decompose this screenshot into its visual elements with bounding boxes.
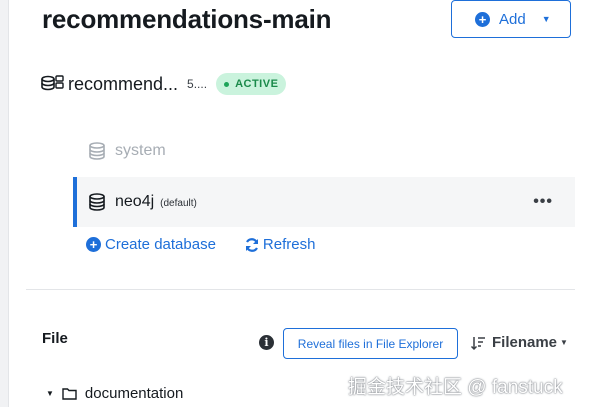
section-divider <box>26 289 575 290</box>
more-options-icon[interactable]: ••• <box>533 193 553 211</box>
refresh-label: Refresh <box>262 236 316 253</box>
chevron-down-icon: ▼ <box>541 14 551 24</box>
database-icon <box>89 193 105 211</box>
database-row-system[interactable]: system <box>73 126 575 176</box>
dbms-version: 5.... <box>187 77 208 91</box>
dbms-row[interactable]: recommend... 5.... ACTIVE <box>40 70 287 98</box>
default-tag: (default) <box>160 198 197 209</box>
chevron-down-icon: ▼ <box>560 338 568 347</box>
file-section-label: File <box>42 330 68 347</box>
dbms-icon <box>41 75 64 91</box>
add-button[interactable]: + Add ▼ <box>451 0 571 38</box>
reveal-files-button[interactable]: Reveal files in File Explorer <box>283 328 458 359</box>
database-row-neo4j[interactable]: neo4j (default) ••• <box>73 177 575 227</box>
sort-icon <box>470 336 485 350</box>
page-title: recommendations-main <box>42 4 332 34</box>
plus-circle-icon: + <box>86 237 101 252</box>
info-icon[interactable]: i <box>259 335 274 350</box>
dbms-name: recommend... <box>68 73 179 94</box>
sort-label: Filename <box>492 334 558 351</box>
database-actions: + Create database Refresh <box>86 236 315 253</box>
database-name: system <box>115 142 166 159</box>
refresh-button[interactable]: Refresh <box>244 236 316 253</box>
create-database-button[interactable]: + Create database <box>86 236 216 253</box>
left-rail <box>0 0 9 407</box>
create-database-label: Create database <box>105 236 216 253</box>
status-badge: ACTIVE <box>216 73 287 95</box>
add-button-label: Add <box>499 10 526 28</box>
sort-dropdown[interactable]: Filename ▼ <box>470 334 568 351</box>
database-name: neo4j <box>115 193 155 210</box>
status-badge-label: ACTIVE <box>235 78 279 90</box>
watermark: 掘金技术社区 @ fanstuck <box>348 377 563 398</box>
plus-circle-icon: + <box>475 11 490 27</box>
status-dot-icon <box>224 81 230 87</box>
file-tree-item-label: documentation <box>84 385 184 402</box>
refresh-icon <box>245 237 258 252</box>
expand-triangle-icon: ▼ <box>46 389 54 398</box>
folder-icon <box>62 388 77 400</box>
file-tree-item[interactable]: ▼ documentation <box>46 385 183 402</box>
database-icon <box>89 142 105 160</box>
